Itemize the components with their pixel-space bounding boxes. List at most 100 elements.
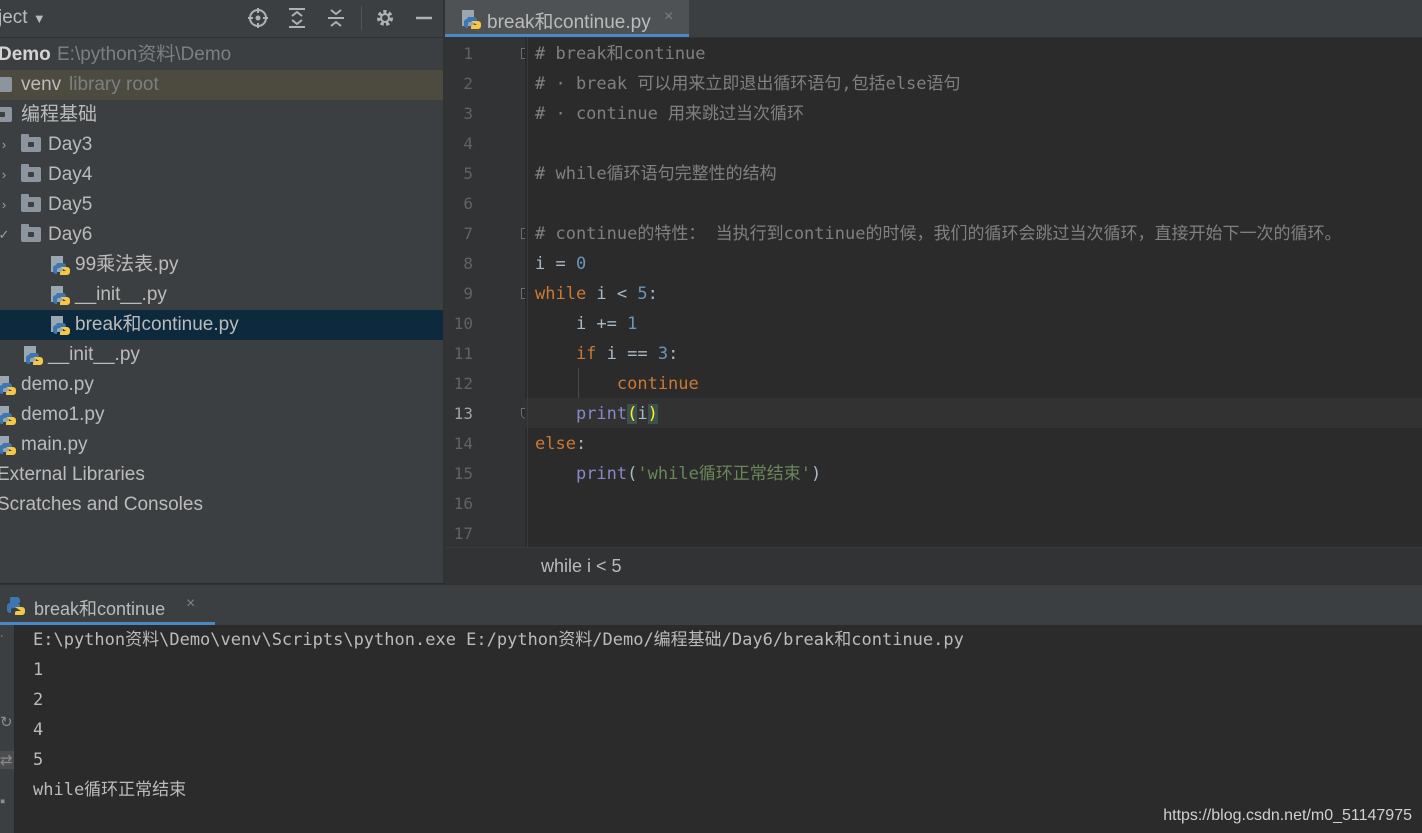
tree-item-demo-py[interactable]: demo.py xyxy=(0,370,443,400)
run-tab-break-continue[interactable]: break和continue × xyxy=(0,585,215,625)
close-icon[interactable]: × xyxy=(186,595,195,613)
tree-item-label: main.py xyxy=(21,434,88,455)
collapse-all-icon[interactable] xyxy=(324,6,348,30)
run-toolbar: ˙ ↻ ⇄ ▪ xyxy=(0,625,14,833)
console-line: 1 xyxy=(33,660,44,680)
tree-item-annotation: library root xyxy=(69,74,159,95)
console-line: 2 xyxy=(33,690,44,710)
code-line-7: # continue的特性： 当执行到continue的时候，我们的循环会跳过当… xyxy=(535,224,1342,244)
up-arrow-icon[interactable]: ˙ xyxy=(0,633,14,650)
chevron-right-icon[interactable]: › xyxy=(0,160,11,190)
code-line-8: i = 0 xyxy=(535,249,586,279)
tree-item-break-continue[interactable]: break和continue.py xyxy=(0,310,443,340)
tree-item-main-py[interactable]: main.py xyxy=(0,430,443,460)
line-number: 16 xyxy=(453,494,473,513)
code-token: : xyxy=(647,284,658,304)
code-token: : xyxy=(668,344,679,364)
toolbar-separator xyxy=(361,6,362,30)
chevron-right-icon[interactable]: › xyxy=(0,190,11,220)
code-editor[interactable]: # break和continue # · break 可以用来立即退出循环语句,… xyxy=(525,38,1422,547)
tree-item-label: Day5 xyxy=(48,194,93,215)
line-number: 17 xyxy=(453,524,473,543)
code-line-1: # break和continue xyxy=(535,44,706,64)
line-number: 11 xyxy=(453,344,473,363)
chevron-down-icon: ▼ xyxy=(32,11,46,26)
code-token: ) xyxy=(647,404,658,424)
folder-icon xyxy=(21,134,41,152)
line-number: 8 xyxy=(463,254,473,273)
code-token: else xyxy=(535,434,576,454)
code-token: i += xyxy=(535,314,628,334)
line-number: 15 xyxy=(453,464,473,483)
line-number-current: 13 xyxy=(453,404,473,423)
line-number: 2 xyxy=(463,74,473,93)
code-line-5: # while循环语句完整性的结构 xyxy=(535,164,777,184)
folder-icon xyxy=(0,107,12,122)
code-token: ( xyxy=(627,404,638,424)
console-line: 4 xyxy=(33,720,44,740)
code-token: i xyxy=(637,404,648,424)
code-line-3: # · continue 用来跳过当次循环 xyxy=(535,104,805,124)
tree-item-init-day6[interactable]: __init__.py xyxy=(0,280,443,310)
tree-item-init-basics[interactable]: __init__.py xyxy=(0,340,443,370)
code-token: : xyxy=(575,434,587,454)
code-line-15: print('while循环正常结束') xyxy=(535,459,821,489)
tree-item-label: venv xyxy=(21,74,62,95)
line-number: 12 xyxy=(453,374,473,393)
code-token: while xyxy=(535,284,587,304)
minimize-icon[interactable] xyxy=(412,6,436,30)
chevron-down-icon[interactable]: ✓ xyxy=(0,220,11,250)
code-token: print xyxy=(575,464,628,484)
rerun-icon[interactable]: ↻ xyxy=(0,713,14,731)
tree-item-day3[interactable]: › Day3 xyxy=(0,130,443,160)
tree-item-path: E:\python资料\Demo xyxy=(57,44,232,65)
indent-guide xyxy=(527,38,528,547)
code-line-14: else: xyxy=(535,429,586,459)
tree-item-label: break和continue.py xyxy=(75,314,239,335)
chevron-right-icon[interactable]: › xyxy=(0,130,11,160)
console-output[interactable]: E:\python资料\Demo\venv\Scripts\python.exe… xyxy=(14,625,1422,833)
project-view-selector[interactable]: ject ▼ xyxy=(0,7,46,29)
close-icon[interactable]: × xyxy=(664,8,673,26)
tree-item-demo[interactable]: Demo E:\python资料\Demo xyxy=(0,40,443,70)
breadcrumb-item[interactable]: while i < 5 xyxy=(541,556,622,577)
tree-item-label: Day4 xyxy=(48,164,93,185)
tree-item-day6[interactable]: ✓ Day6 xyxy=(0,220,443,250)
project-title: ject xyxy=(0,7,28,28)
tree-item-label: __init__.py xyxy=(75,284,167,305)
tree-item-scratches[interactable]: Scratches and Consoles xyxy=(0,490,443,520)
folder-icon xyxy=(0,77,12,92)
code-line-10: i += 1 xyxy=(535,309,637,339)
tree-item-multiplication-table[interactable]: 99乘法表.py xyxy=(0,250,443,280)
project-tool-window: ject ▼ Demo E:\python资料\Demo venv librar… xyxy=(0,0,443,583)
locate-icon[interactable] xyxy=(246,6,270,30)
folder-icon xyxy=(21,164,41,182)
project-toolbar: ject ▼ xyxy=(0,0,443,38)
code-token: print xyxy=(575,404,628,424)
tree-item-programming-basics[interactable]: 编程基础 xyxy=(0,100,443,130)
code-line-11: if i == 3: xyxy=(535,339,678,369)
console-line: while循环正常结束 xyxy=(33,780,187,800)
tree-item-demo1-py[interactable]: demo1.py xyxy=(0,400,443,430)
tree-item-day5[interactable]: › Day5 xyxy=(0,190,443,220)
gear-icon[interactable] xyxy=(373,6,397,30)
console-line: E:\python资料\Demo\venv\Scripts\python.exe… xyxy=(33,630,964,650)
tree-item-day4[interactable]: › Day4 xyxy=(0,160,443,190)
soft-wrap-icon[interactable]: ⇄ xyxy=(0,751,14,769)
tree-item-label: demo.py xyxy=(21,374,94,395)
tree-item-label: Day3 xyxy=(48,134,93,155)
print-icon[interactable]: ▪ xyxy=(0,793,14,810)
line-number: 3 xyxy=(463,104,473,123)
code-token: = xyxy=(545,254,576,274)
console-line: 5 xyxy=(33,750,44,770)
tree-item-venv[interactable]: venv library root xyxy=(0,70,443,100)
expand-all-icon[interactable] xyxy=(285,6,309,30)
line-number: 1 xyxy=(463,44,473,63)
editor-tab-break-continue[interactable]: break和continue.py × xyxy=(445,0,689,37)
code-line-2: # · break 可以用来立即退出循环语句,包括else语句 xyxy=(535,74,961,94)
tree-item-label: demo1.py xyxy=(21,404,105,425)
tree-item-external-libraries[interactable]: External Libraries xyxy=(0,460,443,490)
line-number: 7 xyxy=(463,224,473,243)
code-token: i < xyxy=(586,284,638,304)
